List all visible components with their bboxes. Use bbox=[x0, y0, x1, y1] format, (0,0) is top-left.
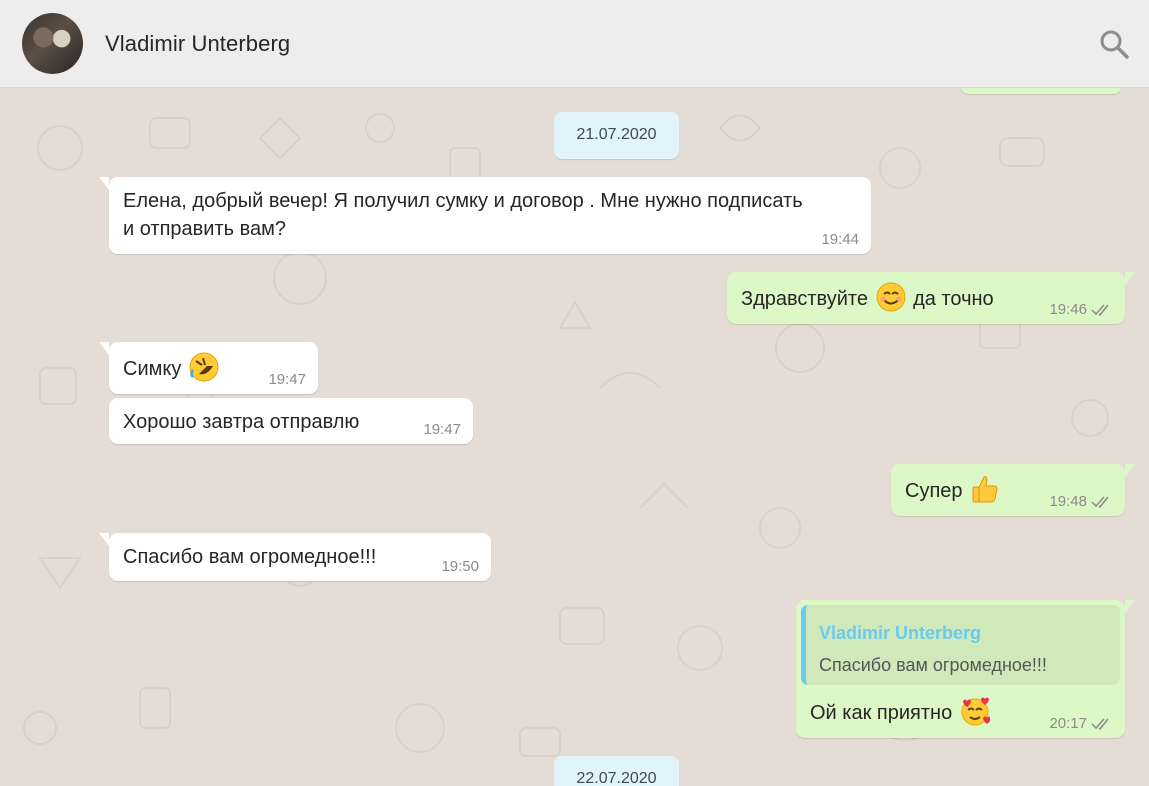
bubble-tail bbox=[99, 342, 109, 355]
message-meta: 19:48 bbox=[1049, 494, 1113, 510]
message-bubble-outgoing[interactable]: Супер 19:48 bbox=[891, 464, 1135, 516]
bubble-tail bbox=[1125, 272, 1135, 285]
read-ticks-icon bbox=[1091, 304, 1109, 317]
message-meta: 19:46 bbox=[1049, 302, 1113, 318]
contact-name[interactable]: Vladimir Unterberg bbox=[105, 31, 290, 57]
message-bubble-outgoing[interactable]: Здравствуйте да точно 19:46 bbox=[727, 272, 1135, 324]
thumbs-up-emoji bbox=[972, 476, 998, 503]
message-text: Супер bbox=[905, 474, 1002, 505]
search-icon[interactable] bbox=[1098, 28, 1130, 60]
read-ticks-icon bbox=[1091, 496, 1109, 509]
message-text: Спасибо вам огромедное!!! bbox=[123, 546, 377, 568]
message-time: 19:46 bbox=[1049, 301, 1087, 318]
read-ticks-icon bbox=[1091, 718, 1109, 731]
message-bubble-incoming[interactable]: Хорошо завтра отправлю 19:47 bbox=[109, 398, 473, 444]
message-list[interactable]: 21.07.2020 Елена, добрый вечер! Я получи… bbox=[0, 88, 1149, 786]
avatar[interactable] bbox=[22, 13, 83, 74]
message-bubble-incoming[interactable]: Симку 19:47 bbox=[99, 342, 318, 394]
message-text: Симку bbox=[123, 352, 221, 383]
bubble-tail bbox=[1125, 600, 1135, 613]
message-time: 19:50 bbox=[441, 558, 479, 575]
date-divider: 22.07.2020 bbox=[554, 756, 679, 786]
chat-header: Vladimir Unterberg bbox=[0, 0, 1149, 88]
message-text: Елена, добрый вечер! Я получил сумку и д… bbox=[123, 190, 803, 240]
message-bubble-incoming[interactable]: Елена, добрый вечер! Я получил сумку и д… bbox=[99, 177, 871, 254]
message-text: Здравствуйте да точно bbox=[741, 282, 994, 313]
message-time: 19:47 bbox=[268, 371, 306, 388]
bubble-tail bbox=[99, 533, 109, 546]
message-text: Хорошо завтра отправлю bbox=[123, 411, 360, 433]
quoted-author: Vladimir Unterberg bbox=[819, 623, 982, 643]
rolling-on-floor-laughing-emoji bbox=[189, 352, 219, 382]
message-bubble-partial[interactable] bbox=[960, 88, 1122, 94]
bubble-tail bbox=[99, 177, 109, 190]
message-text: Ой как приятно bbox=[810, 696, 992, 727]
message-bubble-outgoing-reply[interactable]: Vladimir Unterberg Спасибо вам огромедно… bbox=[796, 600, 1135, 738]
message-time: 20:17 bbox=[1049, 715, 1087, 732]
smiling-face-emoji bbox=[876, 282, 906, 312]
quoted-message[interactable]: Vladimir Unterberg Спасибо вам огромедно… bbox=[801, 605, 1120, 685]
message-time: 19:48 bbox=[1049, 493, 1087, 510]
message-meta: 20:17 bbox=[1049, 716, 1113, 732]
message-time: 19:47 bbox=[423, 421, 461, 438]
message-time: 19:44 bbox=[821, 231, 859, 248]
quoted-text: Спасибо вам огромедное!!! bbox=[819, 655, 1047, 675]
bubble-tail bbox=[1125, 464, 1135, 477]
message-bubble-incoming[interactable]: Спасибо вам огромедное!!! 19:50 bbox=[99, 533, 491, 581]
date-divider: 21.07.2020 bbox=[554, 112, 679, 159]
smiling-face-with-hearts-emoji bbox=[961, 697, 990, 726]
